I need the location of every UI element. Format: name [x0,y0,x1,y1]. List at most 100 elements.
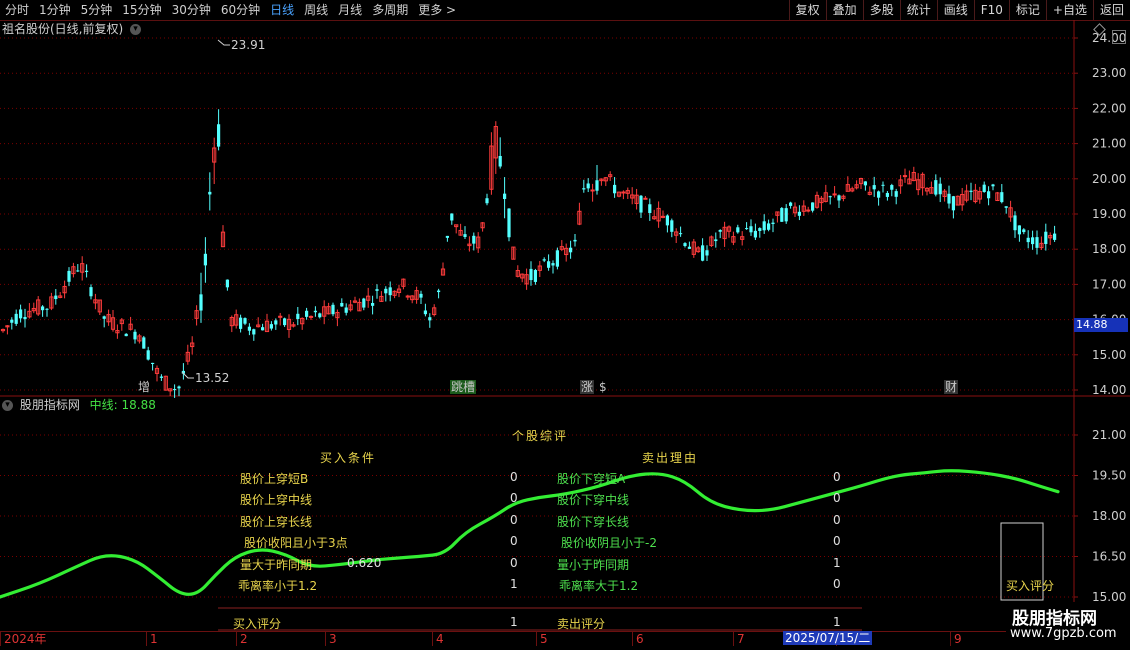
candle-body [665,215,669,226]
sell-score-label: 卖出评分 [557,617,606,631]
candle-body [199,294,203,311]
candle-body [595,180,599,191]
buy-row-value: 0 [510,556,518,570]
sell-row-value: 0 [833,513,841,527]
candle-body [938,183,942,195]
time-axis-label: 7 [733,632,745,646]
time-axis-label: 2024年 [0,632,47,646]
sell-row-label: 乖离率大于1.2 [559,579,639,593]
y-tick-label: 20.00 [1092,172,1126,186]
buy-row-label: 股价上穿长线 [240,515,313,529]
event-marker-zhang[interactable]: 涨 [580,380,595,394]
candle-body [507,208,511,238]
candle-body [828,196,832,198]
candle-body [498,155,502,167]
buy-row-label: 乖离率小于1.2 [238,579,318,593]
candle-body [318,313,322,318]
buy-row-value: 0 [510,534,518,548]
sell-row-value: 0 [833,470,841,484]
sell-header: 卖出理由 [642,451,699,465]
candle-body [261,327,265,331]
candle-body [437,290,441,293]
candle-body [1022,229,1026,233]
y-tick-label: 21.00 [1092,428,1126,442]
candle-body [902,175,908,178]
candle-body [340,302,344,307]
candle-body [982,184,986,193]
candle-body [701,245,705,261]
buy-row-label: 股价上穿短B [240,472,309,486]
candle-body [177,386,181,389]
candle-body [269,324,273,329]
candle-body [797,211,801,216]
y-tick-label: 14.00 [1092,383,1126,397]
candle-body [811,202,815,211]
main-panel-title[interactable]: 祖名股份(日线,前复权) ▾ [2,21,142,37]
chevron-down-icon[interactable]: ▾ [130,24,142,35]
candle-body [308,315,314,318]
high-marker [217,39,230,46]
y-tick-label: 18.00 [1092,242,1126,256]
candle-body [124,333,128,337]
chevron-down-icon[interactable]: ▾ [2,400,13,411]
candle-body [85,270,89,272]
candle-body [934,180,938,195]
stock-title: 祖名股份(日线,前复权) [2,22,124,36]
event-marker-zeng[interactable]: 增 [137,380,151,394]
candle-body [947,193,951,204]
candle-body [758,228,762,231]
candle-body [247,326,251,331]
candle-body [789,202,793,206]
sell-row-value: 0 [833,534,841,548]
volume-ratio-value: 0.620 [347,556,382,570]
candle-body [151,362,155,364]
candle-body [54,295,58,300]
indicator-name: 股朋指标网 [19,398,80,412]
candle-body [173,389,177,391]
candle-body [23,316,27,320]
candle-body [683,243,687,247]
candle-body [749,226,753,233]
candle-body [239,317,243,329]
candle-body [806,209,811,212]
time-axis-label: 4 [432,632,444,646]
high-price-label: 23.91 [231,38,265,52]
buy-score-value: 1 [510,615,518,629]
event-marker-dollar[interactable]: $ [598,380,608,394]
candle-body [1004,206,1008,208]
buy-row-label: 股价收阳且小于3点 [244,536,348,550]
watermark-url: www.7gpzb.com [1010,626,1117,641]
cursor-date: 2025/07/15/二 [783,631,873,645]
current-price-tag: 14.88 [1074,318,1128,332]
candle-body [687,246,691,249]
candle-body [718,229,722,232]
candle-body [643,197,648,200]
candle-body [1026,237,1030,243]
mid-line-value: 中线: 18.88 [89,398,156,412]
candle-body [881,184,885,186]
candle-body [1035,237,1039,248]
event-marker-tiaocao[interactable]: 跳槽 [450,380,477,394]
time-axis-label: 9 [950,632,962,646]
candle-body [551,263,555,266]
candle-body [1017,225,1021,235]
candle-body [951,196,955,211]
y-tick-label: 18.00 [1092,509,1126,523]
candle-body [586,183,590,189]
event-marker-cai[interactable]: 财 [944,380,959,394]
candle-body [313,310,317,313]
candle-body [767,223,771,230]
candle-body [705,250,709,256]
panel-toggle-icon[interactable] [1112,30,1126,44]
sell-row-value: 1 [833,556,841,570]
candle-body [296,313,300,320]
candle-body [832,193,837,196]
indicator-panel-title[interactable]: ▾ 股朋指标网 中线: 18.88 [2,398,156,412]
stock-chart-canvas[interactable]: 24.0023.0022.0021.0020.0019.0018.0017.00… [0,0,1130,650]
candle-body [1031,237,1035,245]
candle-body [362,298,366,308]
candle-body [375,289,379,291]
candle-body [428,317,432,321]
y-tick-label: 15.00 [1092,348,1126,362]
candle-body [1000,192,1004,203]
